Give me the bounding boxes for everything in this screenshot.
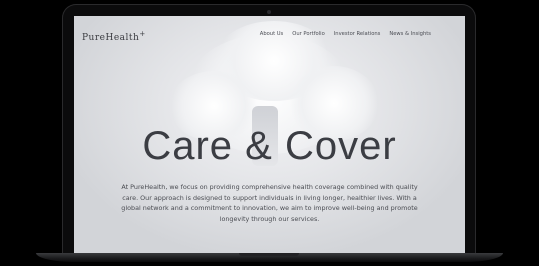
hero-title: Care & Cover <box>142 124 397 168</box>
hero-description: At PureHealth, we focus on providing com… <box>121 183 418 223</box>
laptop-notch <box>239 253 299 256</box>
top-navigation: PureHealth+ About Us Our Portfolio Inves… <box>74 16 465 52</box>
nav-our-portfolio[interactable]: Our Portfolio <box>292 31 325 37</box>
nav-investor-relations[interactable]: Investor Relations <box>334 31 381 37</box>
camera-icon <box>267 10 271 14</box>
nav-about-us[interactable]: About Us <box>260 31 284 37</box>
website-screen: PureHealth+ About Us Our Portfolio Inves… <box>74 16 465 254</box>
site-logo[interactable]: PureHealth+ <box>82 30 146 43</box>
nav-news-insights[interactable]: News & Insights <box>389 31 431 37</box>
logo-mark: + <box>139 30 146 38</box>
nav-links: About Us Our Portfolio Investor Relation… <box>260 31 431 37</box>
logo-text: PureHealth <box>82 33 140 43</box>
